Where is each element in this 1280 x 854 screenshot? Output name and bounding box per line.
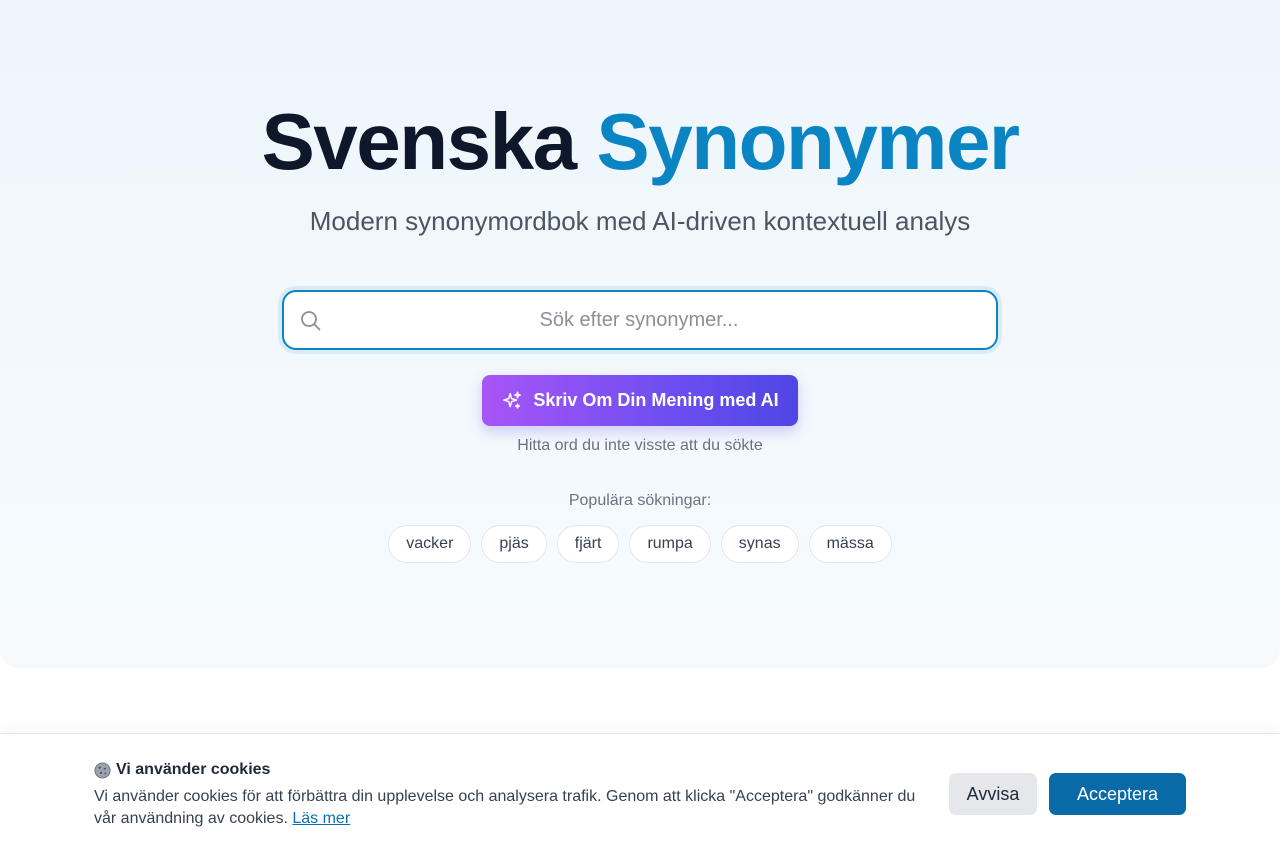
cookie-banner-title: Vi använder cookies [94,761,270,779]
cookie-banner-description: Vi använder cookies för att förbättra di… [94,788,916,827]
title-part-synonymer: Synonymer [596,97,1020,186]
popular-searches-label: Populära sökningar: [568,492,712,509]
cookie-banner: Vi använder cookies Vi använder cookies … [0,733,1280,854]
ai-hint-text: Hitta ord du inte visste att du sökte [517,437,763,454]
page-title: Svenska Synonymer [0,92,1280,192]
popular-search-chip[interactable]: mässa [808,525,892,563]
cookie-icon [94,761,111,779]
popular-search-chip[interactable]: vacker [388,525,472,563]
search-icon [300,310,322,332]
search-input[interactable] [334,292,944,348]
popular-searches-list: vacker pjäs fjärt rumpa synas mässa [0,525,1280,563]
accept-cookies-button[interactable]: Acceptera [1049,773,1186,815]
popular-search-chip[interactable]: pjäs [481,525,547,563]
popular-search-chip[interactable]: fjärt [556,525,620,563]
title-part-svenska: Svenska [261,97,577,186]
page-subtitle: Modern synonymordbok med AI-driven konte… [309,206,971,236]
search-box[interactable] [282,290,998,350]
ai-rewrite-button-label: Skriv Om Din Mening med AI [533,390,779,410]
sparkles-icon [501,390,523,412]
cookie-banner-title-text: Vi använder cookies [116,761,271,778]
popular-search-chip[interactable]: rumpa [629,525,711,563]
ai-rewrite-button[interactable]: Skriv Om Din Mening med AI [482,375,798,426]
cookie-banner-text: Vi använder cookies för att förbättra di… [94,786,934,830]
reject-cookies-button[interactable]: Avvisa [949,773,1037,815]
read-more-link[interactable]: Läs mer [292,810,350,827]
popular-search-chip[interactable]: synas [720,525,799,563]
hero-section: Svenska Synonymer Modern synonymordbok m… [0,0,1280,668]
